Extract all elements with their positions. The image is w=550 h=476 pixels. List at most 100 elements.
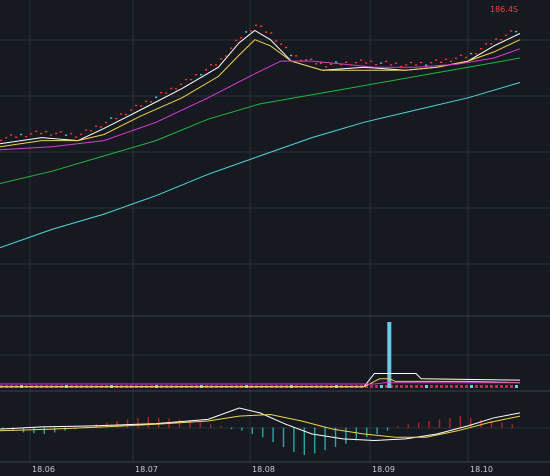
candle	[225, 55, 228, 57]
candle	[405, 64, 408, 66]
candle	[290, 54, 293, 57]
oscillator-bar	[386, 427, 389, 431]
volume-bar	[505, 385, 508, 388]
candle	[165, 92, 168, 94]
oscillator-bar	[147, 417, 149, 428]
candle	[235, 39, 238, 42]
x-tick-label: 18.10	[470, 465, 493, 474]
candle	[280, 43, 283, 45]
candle	[135, 104, 138, 107]
candle	[275, 40, 278, 42]
candle	[470, 52, 473, 55]
candle	[500, 39, 503, 41]
candle	[150, 101, 153, 103]
candle	[315, 63, 318, 65]
volume-bar	[490, 385, 493, 388]
candle	[145, 100, 148, 103]
candle	[190, 78, 193, 81]
volume-bar	[485, 385, 488, 388]
volume-bar	[375, 385, 378, 388]
x-tick-label: 18.09	[372, 465, 395, 474]
candle	[515, 30, 518, 33]
candle	[310, 58, 313, 60]
candle	[295, 55, 298, 57]
candle	[205, 69, 208, 71]
candle	[195, 74, 198, 76]
candle	[255, 24, 258, 26]
candle	[325, 66, 328, 68]
candle	[95, 125, 98, 127]
candle	[305, 59, 308, 61]
candle	[230, 47, 233, 49]
candle	[345, 61, 348, 63]
volume-bar	[405, 385, 408, 388]
volume-bar	[475, 385, 478, 388]
oscillator-bar	[64, 427, 66, 431]
candle	[425, 64, 428, 66]
candle	[215, 64, 218, 66]
oscillator-bar	[501, 422, 503, 428]
candle	[410, 61, 413, 64]
candle	[45, 130, 48, 133]
oscillator-bar	[366, 427, 368, 438]
candle	[185, 78, 188, 81]
volume-bar	[480, 385, 483, 388]
candle	[300, 59, 303, 62]
candle	[200, 74, 203, 76]
oscillator-bar	[210, 424, 212, 428]
candle	[130, 109, 133, 111]
candle	[105, 121, 108, 124]
volume-spike-bar	[387, 322, 392, 388]
oscillator-bar	[376, 427, 378, 434]
candle	[400, 65, 403, 68]
oscillator-bar	[470, 417, 472, 428]
candle	[155, 96, 158, 98]
candle	[60, 131, 63, 133]
candle	[50, 134, 53, 136]
candle	[15, 136, 18, 138]
candle	[115, 117, 118, 120]
candle	[385, 60, 388, 63]
volume-bar	[455, 385, 458, 388]
candle	[240, 37, 243, 39]
oscillator-bar	[480, 419, 482, 428]
volume-bar	[495, 385, 498, 388]
candle	[395, 62, 398, 64]
oscillator-bar	[262, 427, 264, 438]
candle	[460, 54, 463, 56]
x-tick-label: 18.07	[135, 465, 158, 474]
volume-bar	[470, 385, 473, 388]
oscillator-bar	[314, 427, 316, 454]
candle	[80, 133, 83, 136]
oscillator-bar	[54, 427, 56, 433]
oscillator-bar	[178, 419, 181, 428]
oscillator-bar	[220, 425, 222, 428]
candle	[285, 46, 288, 49]
x-tick-label: 18.08	[252, 465, 275, 474]
candle	[365, 62, 368, 64]
candle	[375, 64, 378, 66]
candle	[110, 117, 113, 119]
candle	[210, 64, 213, 66]
last-price-label: 186.4S	[490, 5, 518, 14]
volume-bar	[515, 385, 518, 388]
candle	[335, 61, 338, 63]
candle	[35, 130, 38, 132]
oscillator-bar	[282, 427, 285, 447]
volume-bar	[410, 385, 413, 388]
candle	[245, 31, 248, 33]
candle	[340, 64, 343, 66]
volume-bar	[510, 385, 513, 388]
candle	[220, 58, 223, 60]
oscillator-bar	[137, 417, 139, 428]
oscillator-bar	[397, 425, 399, 428]
candle	[430, 61, 433, 64]
candle	[505, 34, 508, 36]
candle	[125, 113, 128, 116]
candle	[260, 25, 263, 27]
candle	[455, 57, 458, 59]
oscillator-bar	[158, 417, 160, 428]
volume-bar	[420, 385, 423, 388]
candle	[175, 88, 178, 90]
candle	[5, 137, 8, 139]
